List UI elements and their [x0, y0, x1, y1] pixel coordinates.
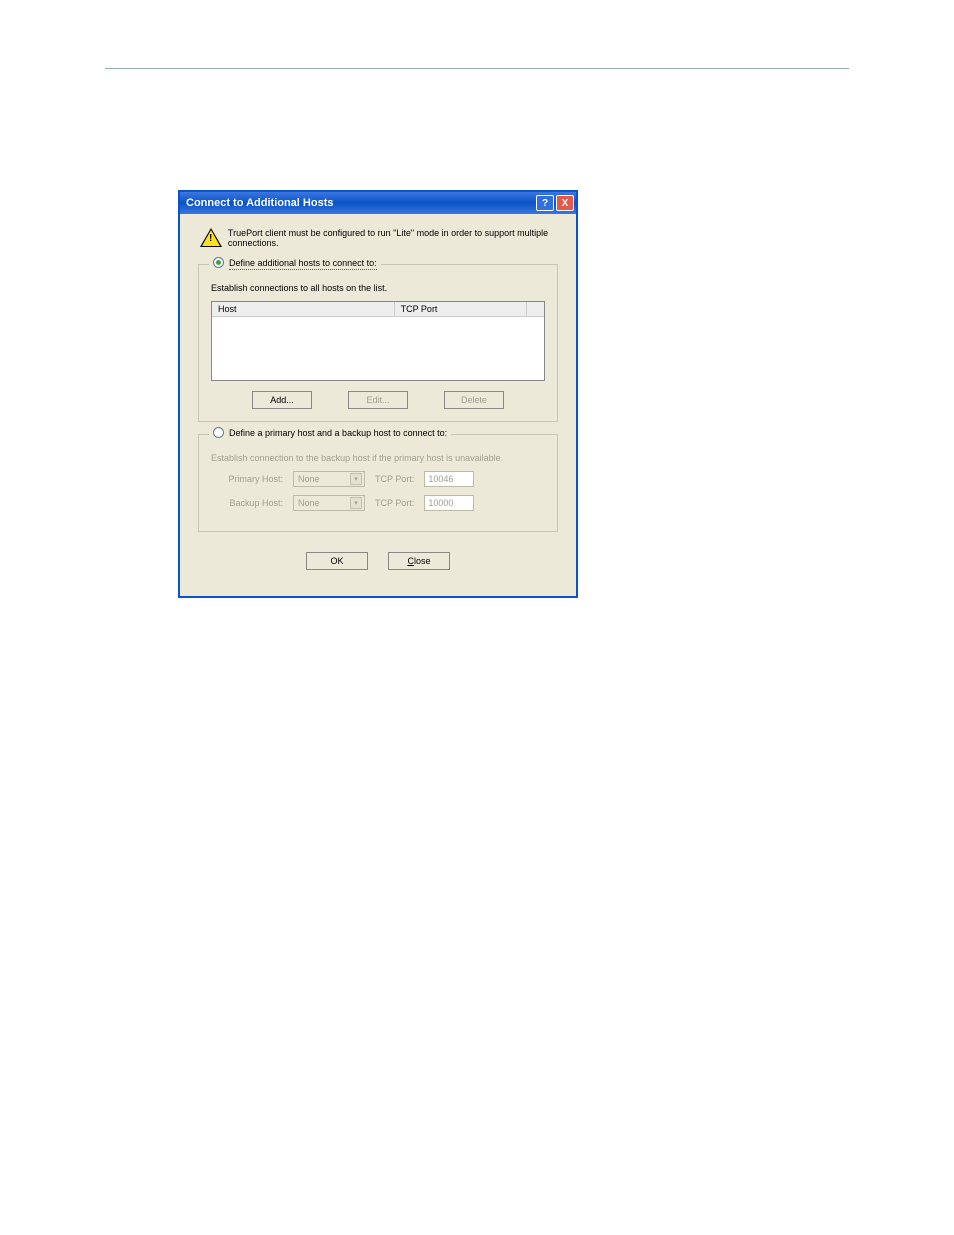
col-host[interactable]: Host — [212, 302, 395, 316]
backup-host-select: None ▾ — [293, 495, 365, 511]
primary-host-select: None ▾ — [293, 471, 365, 487]
backup-host-value: None — [298, 498, 320, 508]
primary-tcp-label: TCP Port: — [375, 474, 414, 484]
radio-row-primary[interactable]: Define a primary host and a backup host … — [209, 427, 451, 438]
primary-tcp-input: 10046 — [424, 471, 474, 487]
fieldset-primary-backup: Define a primary host and a backup host … — [198, 434, 558, 532]
primary-host-label: Primary Host: — [211, 474, 283, 484]
backup-tcp-label: TCP Port: — [375, 498, 414, 508]
close-dialog-button[interactable]: Close — [388, 552, 450, 570]
radio-label-primary: Define a primary host and a backup host … — [229, 428, 447, 438]
table-header: Host TCP Port — [212, 302, 544, 317]
dialog-title: Connect to Additional Hosts — [186, 197, 534, 209]
primary-host-value: None — [298, 474, 320, 484]
backup-tcp-input: 10000 — [424, 495, 474, 511]
primary-subtext: Establish connection to the backup host … — [211, 453, 545, 463]
add-button[interactable]: Add... — [252, 391, 312, 409]
radio-label-additional: Define additional hosts to connect to: — [229, 258, 377, 268]
backup-host-row: Backup Host: None ▾ TCP Port: 10000 — [211, 495, 545, 511]
radio-primary-backup[interactable] — [213, 427, 224, 438]
radio-row-additional[interactable]: Define additional hosts to connect to: — [209, 257, 381, 268]
warning-row: ! TruePort client must be configured to … — [200, 228, 566, 248]
help-button[interactable]: ? — [536, 195, 554, 211]
radio-additional-hosts[interactable] — [213, 257, 224, 268]
close-button[interactable]: X — [556, 195, 574, 211]
additional-subtext: Establish connections to all hosts on th… — [211, 283, 545, 293]
backup-host-label: Backup Host: — [211, 498, 283, 508]
chevron-down-icon: ▾ — [350, 473, 362, 485]
table-buttons: Add... Edit... Delete — [211, 391, 545, 409]
dialog-connect-additional-hosts: Connect to Additional Hosts ? X ! TruePo… — [178, 190, 578, 598]
warning-text: TruePort client must be configured to ru… — [228, 228, 566, 248]
hosts-table[interactable]: Host TCP Port — [211, 301, 545, 381]
delete-button: Delete — [444, 391, 504, 409]
title-bar: Connect to Additional Hosts ? X — [180, 192, 576, 214]
primary-host-row: Primary Host: None ▾ TCP Port: 10046 — [211, 471, 545, 487]
fieldset-additional-hosts: Define additional hosts to connect to: E… — [198, 264, 558, 422]
warning-icon: ! — [200, 228, 220, 248]
horizontal-rule — [105, 68, 849, 69]
ok-button[interactable]: OK — [306, 552, 368, 570]
close-label-rest: lose — [414, 556, 431, 566]
col-spacer — [527, 302, 544, 316]
chevron-down-icon: ▾ — [350, 497, 362, 509]
edit-button: Edit... — [348, 391, 408, 409]
dialog-footer: OK Close — [190, 544, 566, 584]
dialog-content: ! TruePort client must be configured to … — [180, 214, 576, 596]
col-tcp[interactable]: TCP Port — [395, 302, 528, 316]
